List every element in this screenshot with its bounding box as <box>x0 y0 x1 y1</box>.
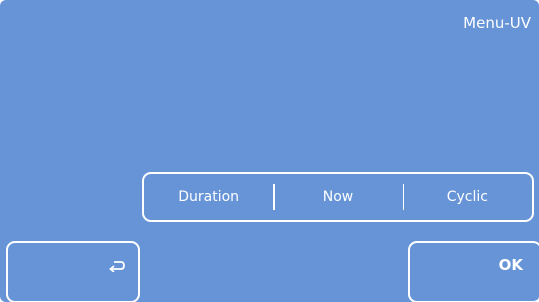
duration-button[interactable]: Duration <box>144 174 273 220</box>
back-button[interactable] <box>6 241 140 302</box>
cyclic-button[interactable]: Cyclic <box>402 174 532 220</box>
screen-title: Menu-UV <box>463 14 531 32</box>
uv-mode-selector: Duration Now Cyclic <box>142 172 534 222</box>
ok-label: OK <box>498 256 523 274</box>
now-button[interactable]: Now <box>273 174 402 220</box>
uv-menu-screen: Menu-UV Duration Now Cyclic OK <box>0 0 539 302</box>
return-arrow-icon <box>109 257 125 276</box>
ok-button[interactable]: OK <box>408 241 539 302</box>
